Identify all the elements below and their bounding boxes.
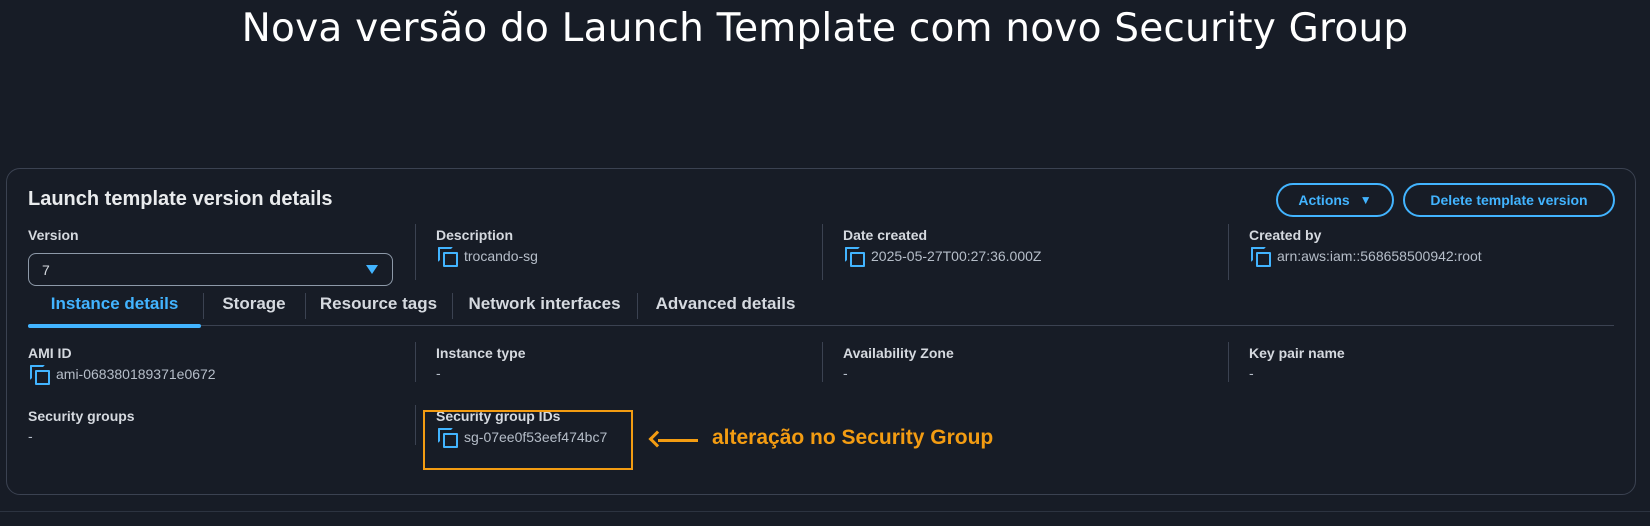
instance-type-label: Instance type [436,345,526,361]
tabs: Instance details Storage Resource tags N… [28,281,1614,328]
security-groups-value: - [28,428,33,444]
key-pair-name-value: - [1249,365,1254,381]
created-by-value: arn:aws:iam::568658500942:root [1277,248,1482,264]
divider [415,224,416,280]
description-value-row: trocando-sg [438,247,538,267]
copy-icon[interactable] [438,247,458,267]
description-value: trocando-sg [464,248,538,264]
divider [1228,224,1229,280]
caret-down-icon: ▼ [1359,193,1372,207]
slide-title: Nova versão do Launch Template com novo … [241,6,1409,51]
date-created-value: 2025-05-27T00:27:36.000Z [871,248,1042,264]
ami-id-value: ami-068380189371e0672 [56,366,216,382]
date-created-value-row: 2025-05-27T00:27:36.000Z [845,247,1042,267]
tab-advanced-details[interactable]: Advanced details [638,281,813,326]
tab-resource-tags[interactable]: Resource tags [306,281,451,326]
divider [415,342,416,382]
copy-icon[interactable] [1251,247,1271,267]
description-label: Description [436,227,514,243]
created-by-label: Created by [1249,227,1322,243]
tab-network-interfaces[interactable]: Network interfaces [453,281,636,326]
instance-type-value: - [436,365,441,381]
launch-template-details-panel: Launch template version details Actions … [6,168,1636,495]
version-select-value: 7 [42,261,50,278]
divider [822,342,823,382]
arrow-line [658,439,698,442]
version-label: Version [28,227,79,243]
created-by-value-row: arn:aws:iam::568658500942:root [1251,247,1482,267]
actions-button-label: Actions [1298,192,1350,208]
page-bottom-divider [0,511,1650,512]
key-pair-name-label: Key pair name [1249,345,1345,361]
actions-button[interactable]: Actions ▼ [1276,183,1394,217]
availability-zone-value: - [843,365,848,381]
page: Nova versão do Launch Template com novo … [0,0,1650,526]
annotation-text: alteração no Security Group [712,426,994,449]
copy-icon[interactable] [30,365,50,385]
copy-icon[interactable] [845,247,865,267]
dropdown-arrow-icon [366,265,378,274]
ami-id-value-row: ami-068380189371e0672 [30,365,216,385]
delete-template-version-button[interactable]: Delete template version [1403,183,1615,217]
divider [415,405,416,445]
divider [822,224,823,280]
availability-zone-label: Availability Zone [843,345,954,361]
security-groups-label: Security groups [28,408,135,424]
panel-title: Launch template version details [28,188,333,210]
divider [1228,342,1229,382]
highlight-box [423,410,633,470]
date-created-label: Date created [843,227,928,243]
tab-storage[interactable]: Storage [204,281,304,326]
tab-instance-details[interactable]: Instance details [28,281,201,328]
ami-id-label: AMI ID [28,345,72,361]
